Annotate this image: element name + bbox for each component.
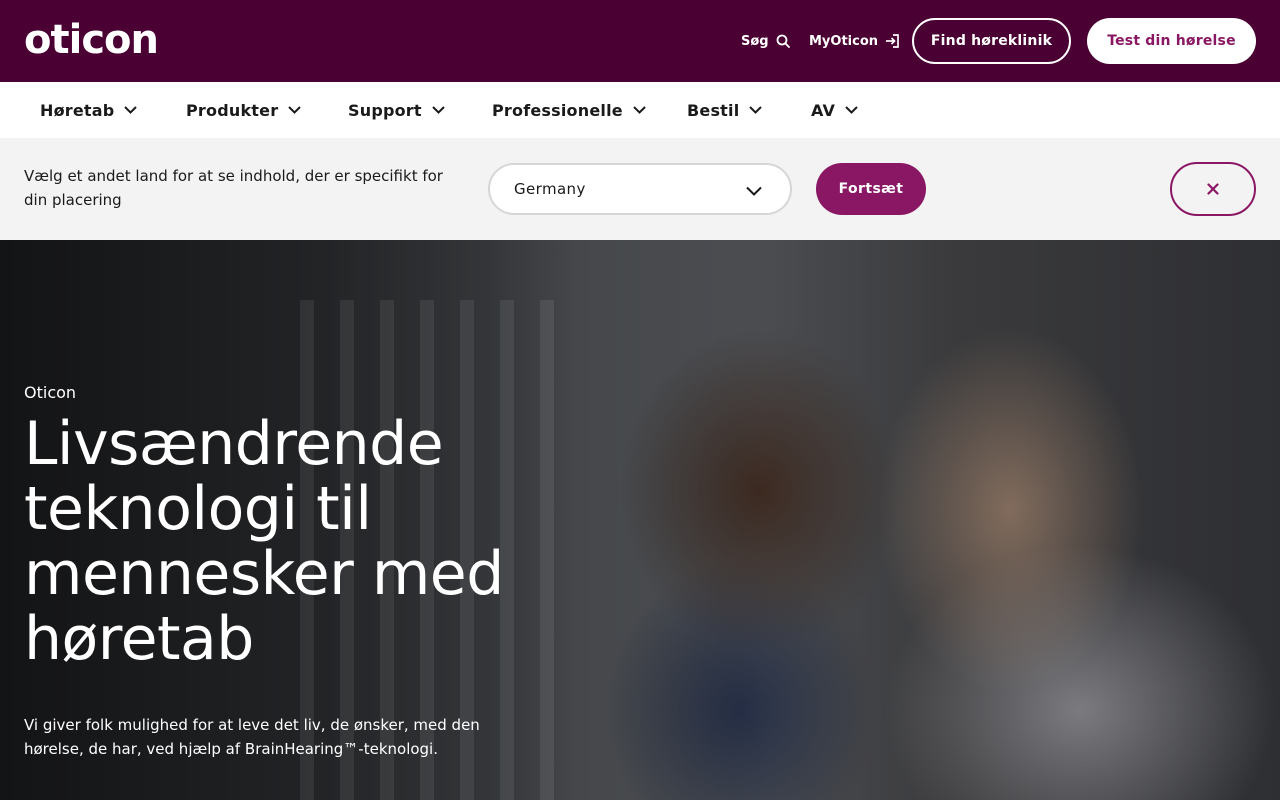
chevron-down-icon bbox=[746, 182, 762, 200]
logo-text: oticon bbox=[24, 17, 159, 63]
nav-item-support[interactable]: Support bbox=[348, 98, 445, 122]
nav-item-label: Høretab bbox=[40, 100, 115, 120]
nav-item-bestil[interactable]: Bestil bbox=[687, 98, 763, 122]
nav-item-label: Support bbox=[348, 100, 422, 120]
chevron-down-icon bbox=[843, 106, 858, 114]
chevron-down-icon bbox=[631, 106, 646, 114]
nav-item-horetab[interactable]: Høretab bbox=[40, 98, 138, 122]
nav-item-label: Bestil bbox=[687, 100, 740, 120]
nav-item-label: AV bbox=[811, 100, 836, 120]
chevron-down-icon bbox=[430, 106, 445, 114]
country-select[interactable]: Germany bbox=[488, 163, 792, 215]
nav-item-label: Produkter bbox=[186, 100, 279, 120]
chevron-down-icon bbox=[286, 106, 302, 114]
find-clinic-button[interactable]: Find høreklinik bbox=[912, 18, 1071, 64]
top-header: oticon Søg MyOticon Find høreklinik Test… bbox=[0, 0, 1280, 82]
country-selector-bar: Vælg et andet land for at se indhold, de… bbox=[0, 138, 1280, 240]
hero-description: Vi giver folk mulighed for at leve det l… bbox=[24, 716, 480, 758]
oticon-logo[interactable]: oticon bbox=[24, 17, 159, 63]
hero-eyebrow: Oticon bbox=[24, 383, 77, 402]
myoticon-link[interactable]: MyOticon bbox=[809, 31, 900, 51]
chevron-down-icon bbox=[122, 106, 138, 114]
close-icon bbox=[1207, 180, 1219, 199]
nav-item-professionelle[interactable]: Professionelle bbox=[492, 98, 646, 122]
nav-item-produkter[interactable]: Produkter bbox=[186, 98, 302, 122]
search-label: Søg bbox=[741, 33, 769, 49]
nav-item-label: Professionelle bbox=[492, 100, 623, 120]
country-select-value: Germany bbox=[514, 180, 586, 198]
hero-title: Livsændrende teknologi til mennesker med… bbox=[24, 409, 504, 674]
nav-item-av[interactable]: AV bbox=[811, 98, 858, 122]
myoticon-label: MyOticon bbox=[809, 33, 879, 49]
hero-section: Oticon Livsændrende teknologi til mennes… bbox=[0, 240, 1280, 800]
close-country-bar-button[interactable] bbox=[1170, 162, 1256, 216]
country-message: Vælg et andet land for at se indhold, de… bbox=[24, 167, 443, 209]
search-icon bbox=[776, 34, 790, 48]
login-icon bbox=[885, 34, 900, 48]
search-link[interactable]: Søg bbox=[741, 31, 790, 51]
test-hearing-button[interactable]: Test din hørelse bbox=[1087, 18, 1256, 64]
chevron-down-icon bbox=[747, 106, 763, 114]
continue-button[interactable]: Fortsæt bbox=[816, 163, 926, 215]
main-navigation: Høretab Produkter Support Professionelle… bbox=[0, 82, 1280, 138]
